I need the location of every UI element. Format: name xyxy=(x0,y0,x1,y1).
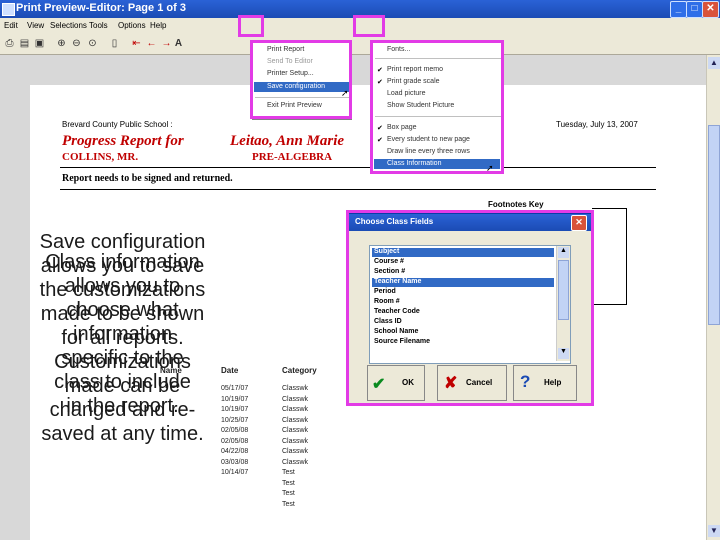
table-cell-category: Classwk xyxy=(282,437,309,445)
window-title: Print Preview-Editor: Page 1 of 3 xyxy=(16,2,186,14)
school-name: Brevard County Public School : xyxy=(62,120,173,129)
course-name: PRE-ALGEBRA xyxy=(252,151,333,163)
close-button[interactable]: ✕ xyxy=(702,1,719,18)
table-cell-date: 10/19/07 xyxy=(221,406,249,413)
table-cell-category: Classwk xyxy=(282,385,309,392)
table-cell-category: Test xyxy=(282,490,295,497)
table-cell-category: Test xyxy=(282,479,295,487)
table-cell-category: Test xyxy=(282,500,295,508)
scroll-up-icon[interactable]: ▲ xyxy=(708,57,720,69)
table-cell-category: Test xyxy=(282,469,295,476)
table-cell-category: Classwk xyxy=(282,458,309,466)
table-cell-date: 05/17/07 xyxy=(221,385,249,392)
annotation-overlay: Save configuration allows you to save th… xyxy=(20,230,225,490)
table-cell-date: 10/14/07 xyxy=(221,469,249,476)
teacher-name: COLLINS, MR. xyxy=(62,151,139,163)
menu-edit[interactable]: Edit xyxy=(4,21,18,30)
toolbar: ⎙ ▤ ▣ ⊕ ⊖ ⊙ ▯ ⇤ ← → A xyxy=(0,34,720,55)
table-cell-date: 02/05/08 xyxy=(221,437,249,445)
previous-page-icon[interactable]: ← xyxy=(145,37,158,50)
table-header-category: Category xyxy=(282,366,317,375)
app-icon xyxy=(2,3,15,16)
table-cell-date: 03/03/08 xyxy=(221,458,249,466)
scroll-thumb[interactable] xyxy=(708,125,720,325)
font-icon[interactable]: A xyxy=(172,37,185,50)
report-title: Progress Report for xyxy=(62,133,184,149)
page-icon[interactable]: ▯ xyxy=(108,37,121,50)
file-menu-box-highlight xyxy=(250,40,352,119)
options-menu-highlight xyxy=(353,15,385,37)
menu-help[interactable]: Help xyxy=(150,21,166,30)
report-date: Tuesday, July 13, 2007 xyxy=(556,120,638,129)
table-cell-category: Classwk xyxy=(282,395,309,403)
menu-selections[interactable]: Selections xyxy=(50,21,87,30)
save-icon[interactable]: ▣ xyxy=(33,37,46,50)
first-page-icon[interactable]: ⇤ xyxy=(130,37,143,50)
menu-view[interactable]: View xyxy=(27,21,44,30)
zoom-out-icon[interactable]: ⊖ xyxy=(70,37,83,50)
student-name: Leitao, Ann Marie xyxy=(230,133,345,149)
footnotes-box xyxy=(592,208,627,305)
vertical-scrollbar[interactable]: ▲ ▼ xyxy=(706,55,720,540)
annotation-class-information: Class information allows you to choose w… xyxy=(45,251,200,417)
maximize-button[interactable]: □ xyxy=(686,1,703,18)
table-cell-date: 02/05/08 xyxy=(221,427,249,434)
scroll-down-icon[interactable]: ▼ xyxy=(708,525,720,537)
table-cell-date: 10/19/07 xyxy=(221,395,249,403)
minimize-button[interactable]: _ xyxy=(670,1,687,18)
zoom-in-icon[interactable]: ⊕ xyxy=(55,37,68,50)
dialog-highlight xyxy=(346,210,594,406)
table-cell-category: Classwk xyxy=(282,448,309,455)
page-setup-icon[interactable]: ▤ xyxy=(18,37,31,50)
report-notice: Report needs to be signed and returned. xyxy=(62,173,233,184)
table-cell-category: Classwk xyxy=(282,416,309,424)
table-cell-date: 10/25/07 xyxy=(221,416,249,424)
divider xyxy=(60,189,656,190)
menu-tools[interactable]: Tools xyxy=(89,21,108,30)
divider xyxy=(60,167,656,168)
table-cell-date: 04/22/08 xyxy=(221,448,249,455)
table-cell-category: Classwk xyxy=(282,406,309,413)
zoom-fit-icon[interactable]: ⊙ xyxy=(86,37,99,50)
file-menu-highlight xyxy=(238,15,264,37)
options-menu-box-highlight xyxy=(370,40,504,174)
table-cell-category: Classwk xyxy=(282,427,309,434)
print-icon[interactable]: ⎙ xyxy=(3,37,16,50)
footnotes-heading: Footnotes Key xyxy=(488,200,544,209)
menu-options[interactable]: Options xyxy=(118,21,146,30)
